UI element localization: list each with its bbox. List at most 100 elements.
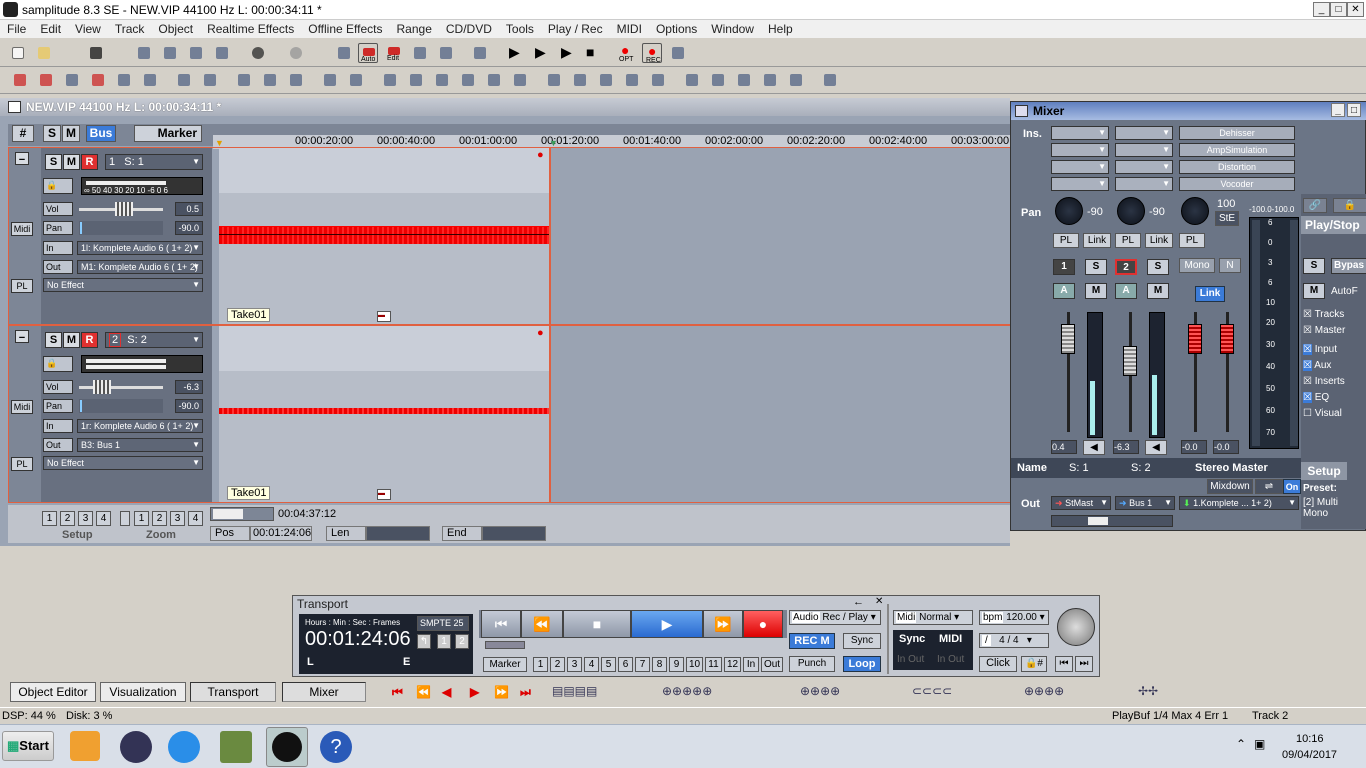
- zoom-tool-icon[interactable]: [380, 70, 400, 90]
- menu-edit[interactable]: Edit: [33, 20, 68, 38]
- snap-tool-icon[interactable]: [62, 70, 82, 90]
- ch1-output-dropdown[interactable]: ➜ StMast: [1051, 496, 1111, 510]
- len-value[interactable]: [366, 526, 430, 541]
- next-icon[interactable]: ▶: [470, 685, 479, 699]
- click-button[interactable]: Click: [979, 656, 1017, 672]
- mixer-setup-button[interactable]: Setup: [1301, 462, 1347, 480]
- link-icon[interactable]: 🔗: [1303, 198, 1327, 213]
- ch2-mute-button[interactable]: M: [1147, 283, 1169, 299]
- track-solo-button[interactable]: S: [45, 332, 62, 348]
- marker-4-button[interactable]: 4: [584, 657, 599, 672]
- menu-help[interactable]: Help: [761, 20, 800, 38]
- marker-11-button[interactable]: 11: [705, 657, 722, 672]
- ch2-automation-button[interactable]: A: [1115, 283, 1137, 299]
- ch1-solo-button[interactable]: S: [1085, 259, 1107, 275]
- pan-slider[interactable]: [79, 221, 163, 235]
- audio-object[interactable]: ● Take01 ▬: [219, 148, 549, 324]
- preset-value[interactable]: [2] Multi Mono: [1303, 497, 1365, 519]
- ch1-fader[interactable]: [1061, 324, 1075, 354]
- sync-button[interactable]: Sync: [843, 633, 881, 649]
- forward-icon[interactable]: ⏩: [494, 685, 509, 699]
- pan-slider[interactable]: [79, 399, 163, 413]
- redo-icon[interactable]: [286, 43, 306, 63]
- marker-9-button[interactable]: 9: [669, 657, 684, 672]
- master-fader-right[interactable]: [1220, 324, 1234, 354]
- play-icon[interactable]: ▶: [504, 43, 524, 63]
- select-tool-icon[interactable]: [36, 70, 56, 90]
- internet-explorer-icon[interactable]: [168, 731, 200, 763]
- crossfade-icon[interactable]: [682, 70, 702, 90]
- zoom-4-button[interactable]: 4: [188, 511, 203, 526]
- loop-button[interactable]: Loop: [843, 656, 881, 672]
- scissors-icon[interactable]: [174, 70, 194, 90]
- record-transport-button[interactable]: ●: [743, 610, 783, 638]
- pan-value[interactable]: -90.0: [175, 221, 203, 235]
- bypass-button[interactable]: Bypas: [1331, 258, 1366, 274]
- go-forward-icon[interactable]: [648, 70, 668, 90]
- ch2-insert-slot[interactable]: [1115, 160, 1173, 174]
- hp-icon[interactable]: [120, 731, 152, 763]
- marker-6-button[interactable]: 6: [618, 657, 633, 672]
- solo-all-button[interactable]: S: [43, 125, 61, 142]
- menu-range[interactable]: Range: [390, 20, 439, 38]
- play-button[interactable]: ▶: [631, 610, 703, 638]
- ch2-solo-button[interactable]: S: [1147, 259, 1169, 275]
- align-icon[interactable]: [820, 70, 840, 90]
- inserts-toggle[interactable]: ☒ Inserts: [1303, 376, 1345, 387]
- group-icon[interactable]: [432, 70, 452, 90]
- track-mute-button[interactable]: M: [63, 154, 80, 170]
- ch2-insert-slot[interactable]: [1115, 126, 1173, 140]
- visual-toggle[interactable]: ☐ Visual: [1303, 408, 1342, 419]
- track-name-dropdown[interactable]: 2 S: 2: [105, 332, 203, 348]
- track-record-button[interactable]: R: [81, 154, 98, 170]
- delete-marker-icon[interactable]: [786, 70, 806, 90]
- link-icon[interactable]: [484, 70, 504, 90]
- go-start-icon[interactable]: [544, 70, 564, 90]
- menu-realtime-effects[interactable]: Realtime Effects: [200, 20, 301, 38]
- object-tool-icon[interactable]: [88, 70, 108, 90]
- track-mute-button[interactable]: M: [63, 332, 80, 348]
- menu-tools[interactable]: Tools: [499, 20, 541, 38]
- master-effect-slot[interactable]: Vocoder: [1179, 177, 1295, 191]
- cut-icon[interactable]: [134, 43, 154, 63]
- rewind-icon[interactable]: ⏪: [416, 685, 431, 699]
- menu-track[interactable]: Track: [108, 20, 152, 38]
- time-signature-field[interactable]: / 4 / 4 ▾: [979, 633, 1049, 648]
- fade-in-icon[interactable]: [708, 70, 728, 90]
- master-solo-button[interactable]: S: [1303, 258, 1325, 274]
- ch2-peak-button[interactable]: ◀: [1145, 440, 1167, 455]
- menu-play-rec[interactable]: Play / Rec: [541, 20, 610, 38]
- vol-value[interactable]: 0.5: [175, 202, 203, 216]
- track-name-dropdown[interactable]: 1 S: 1: [105, 154, 203, 170]
- paste-icon[interactable]: [186, 43, 206, 63]
- scrub-slider[interactable]: [485, 641, 525, 649]
- tab-transport[interactable]: Transport: [190, 682, 276, 702]
- vol-curve-icon[interactable]: [234, 70, 254, 90]
- ch1-insert-slot[interactable]: [1051, 126, 1109, 140]
- prev-icon[interactable]: ◀: [442, 685, 451, 699]
- mixer-toolbar-icon[interactable]: [410, 43, 430, 63]
- edit-mode-button[interactable]: Edit: [384, 43, 404, 63]
- help-icon[interactable]: ?: [320, 731, 352, 763]
- midi-mode-dropdown[interactable]: Midi Normal ▾: [893, 610, 973, 625]
- transport-close-icon[interactable]: ✕: [875, 596, 883, 607]
- speaker-icon[interactable]: [320, 70, 340, 90]
- object-handle-icon[interactable]: ●: [537, 327, 544, 339]
- rewind-start-button[interactable]: ⏮: [481, 610, 521, 638]
- metronome-icon[interactable]: [470, 43, 490, 63]
- lock-tempo-icon[interactable]: 🔒#: [1021, 656, 1047, 672]
- ungroup-icon[interactable]: [458, 70, 478, 90]
- output-dropdown[interactable]: B3: Bus 1: [77, 438, 203, 452]
- rec-mode-button[interactable]: REC M: [789, 633, 835, 649]
- setup-1-button[interactable]: 1: [42, 511, 57, 526]
- menu-file[interactable]: File: [0, 20, 33, 38]
- auto-mode-button[interactable]: Auto: [358, 43, 378, 63]
- stop-icon[interactable]: ■: [582, 43, 602, 63]
- play-to-icon[interactable]: ▶: [530, 43, 550, 63]
- tab-object-editor[interactable]: Object Editor: [10, 682, 96, 702]
- cursor-preset-icon[interactable]: ⊂⊂⊂⊂: [912, 684, 952, 698]
- menu-view[interactable]: View: [68, 20, 108, 38]
- menu-object[interactable]: Object: [151, 20, 200, 38]
- input-dropdown[interactable]: 1r: Komplete Audio 6 ( 1+ 2): [77, 419, 203, 433]
- master-pan-knob[interactable]: [1181, 197, 1209, 225]
